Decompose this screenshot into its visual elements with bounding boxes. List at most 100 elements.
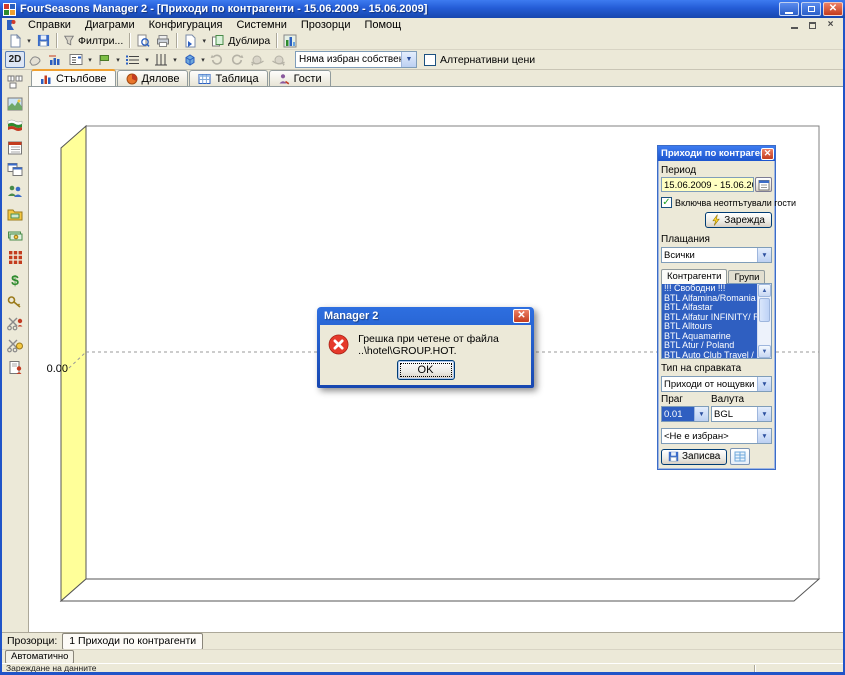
copy-button[interactable] bbox=[180, 32, 200, 49]
hgrid-button[interactable] bbox=[122, 51, 143, 68]
threshold-combobox[interactable]: 0.01 ▼ bbox=[661, 406, 709, 422]
save-report-button[interactable]: Записва bbox=[661, 449, 727, 465]
close-button[interactable]: ✕ bbox=[823, 2, 843, 16]
cancel-guest-button[interactable] bbox=[3, 313, 27, 334]
payments-combobox[interactable]: Всички ▼ bbox=[661, 247, 772, 263]
windows-copy-button[interactable] bbox=[3, 159, 27, 180]
new-report-button[interactable] bbox=[5, 32, 25, 49]
template-combobox[interactable]: <Не е избран> ▼ bbox=[661, 428, 772, 444]
report-type-combobox[interactable]: Приходи от нощувки ▼ bbox=[661, 376, 772, 392]
tab-groups[interactable]: Групи bbox=[728, 270, 765, 284]
labels-dropdown[interactable]: ▾ bbox=[114, 56, 122, 64]
menu-sistemni[interactable]: Системни bbox=[229, 19, 293, 32]
tariffs-grid-button[interactable] bbox=[3, 247, 27, 268]
rotate-ccw-button[interactable] bbox=[207, 51, 227, 68]
list-item[interactable]: BTL Alfatur INFINITY/ Romania bbox=[662, 313, 757, 323]
cube-3d-dropdown[interactable]: ▾ bbox=[199, 56, 207, 64]
legend-button[interactable] bbox=[66, 51, 86, 68]
calendar-button[interactable] bbox=[3, 137, 27, 158]
cash-button[interactable] bbox=[3, 225, 27, 246]
rotate-cw-button[interactable] bbox=[227, 51, 247, 68]
threshold-combobox-arrow[interactable]: ▼ bbox=[694, 407, 708, 421]
list-item[interactable]: BTL Atur / Poland bbox=[662, 341, 757, 351]
dialog-title-bar[interactable]: Manager 2 ✕ bbox=[320, 307, 531, 325]
minimize-button[interactable] bbox=[779, 2, 799, 16]
currency-combobox-arrow[interactable]: ▼ bbox=[757, 407, 771, 421]
bar-style-button[interactable] bbox=[45, 51, 66, 68]
restore-button[interactable] bbox=[801, 2, 821, 16]
panel-title-bar[interactable]: Приходи по контрагенти ✕ bbox=[658, 146, 775, 161]
ok-button[interactable]: OK bbox=[397, 360, 455, 380]
print-button[interactable] bbox=[153, 32, 173, 49]
rotate-3d-left-button[interactable] bbox=[247, 51, 268, 68]
list-item[interactable]: BTL Alfamina/Romania bbox=[662, 294, 757, 304]
counterparties-listbox[interactable]: !!! Свободни !!! BTL Alfamina/Romania BT… bbox=[661, 283, 772, 359]
cancel-payment-button[interactable] bbox=[3, 335, 27, 356]
shape-button[interactable] bbox=[25, 51, 45, 68]
mini-bars-icon bbox=[48, 53, 63, 66]
list-item[interactable]: BTL Aquamarine bbox=[662, 332, 757, 342]
new-report-dropdown[interactable]: ▾ bbox=[25, 37, 33, 45]
tab-guests[interactable]: Гости bbox=[269, 70, 331, 86]
filters-button[interactable]: Филтри... bbox=[60, 32, 126, 49]
toggle-2d-button[interactable]: 2D bbox=[5, 51, 25, 68]
payments-combobox-arrow[interactable]: ▼ bbox=[757, 248, 771, 262]
automatic-button[interactable]: Автоматично bbox=[5, 650, 74, 664]
owner-combobox[interactable]: Няма избран собственици ▼ bbox=[295, 51, 417, 68]
chart-report-button[interactable] bbox=[280, 32, 300, 49]
list-scrollbar[interactable]: ▲ ▼ bbox=[757, 284, 771, 358]
guests-group-button[interactable] bbox=[3, 181, 27, 202]
menu-konfiguracia[interactable]: Конфигурация bbox=[142, 19, 230, 32]
currency-button[interactable]: $ bbox=[3, 269, 27, 290]
period-input[interactable]: 15.06.2009 - 15.06.2009 bbox=[661, 177, 754, 192]
mdi-close-button[interactable]: × bbox=[824, 20, 837, 31]
folder-payments-button[interactable] bbox=[3, 203, 27, 224]
grid-view-button[interactable] bbox=[730, 448, 750, 465]
template-combobox-arrow[interactable]: ▼ bbox=[757, 429, 771, 443]
rooms-plan-button[interactable] bbox=[3, 71, 27, 92]
menu-spravki[interactable]: Справки bbox=[21, 19, 78, 32]
tab-counterparties[interactable]: Контрагенти bbox=[661, 269, 727, 284]
mdi-restore-button[interactable] bbox=[806, 20, 819, 31]
tab-table[interactable]: Таблица bbox=[189, 70, 267, 86]
window-tab-button[interactable]: 1 Приходи по контрагенти bbox=[62, 633, 203, 650]
duplicate-button[interactable]: Дублира bbox=[208, 32, 273, 49]
vgrid-button[interactable] bbox=[151, 51, 171, 68]
guest-card-button[interactable] bbox=[3, 357, 27, 378]
menu-pomosht[interactable]: Помощ bbox=[357, 19, 408, 32]
night-audit-button[interactable] bbox=[3, 291, 27, 312]
list-item[interactable]: !!! Свободни !!! bbox=[662, 284, 757, 294]
copy-dropdown[interactable]: ▾ bbox=[200, 37, 208, 45]
menu-prozorci[interactable]: Прозорци bbox=[294, 19, 358, 32]
vgrid-dropdown[interactable]: ▾ bbox=[171, 56, 179, 64]
list-item[interactable]: BTL Alltours bbox=[662, 322, 757, 332]
dialog-close-icon[interactable]: ✕ bbox=[513, 309, 530, 323]
include-guests-checkbox[interactable]: ✓ bbox=[661, 197, 672, 208]
cash-icon bbox=[7, 229, 23, 243]
scroll-down-icon[interactable]: ▼ bbox=[758, 345, 771, 358]
print-preview-button[interactable] bbox=[133, 32, 153, 49]
currency-combobox[interactable]: BGL ▼ bbox=[711, 406, 772, 422]
report-type-combobox-arrow[interactable]: ▼ bbox=[757, 377, 771, 391]
cube-3d-button[interactable] bbox=[179, 51, 199, 68]
rotate-3d-right-button[interactable] bbox=[268, 51, 289, 68]
mdi-minimize-button[interactable] bbox=[788, 20, 801, 31]
tab-pie[interactable]: Дялове bbox=[117, 70, 189, 86]
save-button[interactable] bbox=[33, 32, 53, 49]
hgrid-dropdown[interactable]: ▾ bbox=[143, 56, 151, 64]
hotel-view-button[interactable] bbox=[3, 93, 27, 114]
calendar-picker-button[interactable] bbox=[755, 177, 772, 192]
load-button[interactable]: Зарежда bbox=[705, 212, 772, 228]
legend-dropdown[interactable]: ▾ bbox=[86, 56, 94, 64]
list-item[interactable]: BTL Auto Club Travel / Hungary bbox=[662, 351, 757, 359]
alt-prices-checkbox[interactable] bbox=[424, 54, 436, 66]
scroll-up-icon[interactable]: ▲ bbox=[758, 284, 771, 297]
panel-close-icon[interactable]: ✕ bbox=[761, 148, 774, 160]
list-item[interactable]: BTL Alfastar bbox=[662, 303, 757, 313]
menu-diagrami[interactable]: Диаграми bbox=[78, 19, 142, 32]
scroll-thumb[interactable] bbox=[759, 298, 770, 322]
owner-combobox-arrow[interactable]: ▼ bbox=[401, 52, 416, 67]
flag-button[interactable] bbox=[3, 115, 27, 136]
tab-bars[interactable]: Стълбове bbox=[31, 69, 116, 86]
labels-button[interactable] bbox=[94, 51, 114, 68]
